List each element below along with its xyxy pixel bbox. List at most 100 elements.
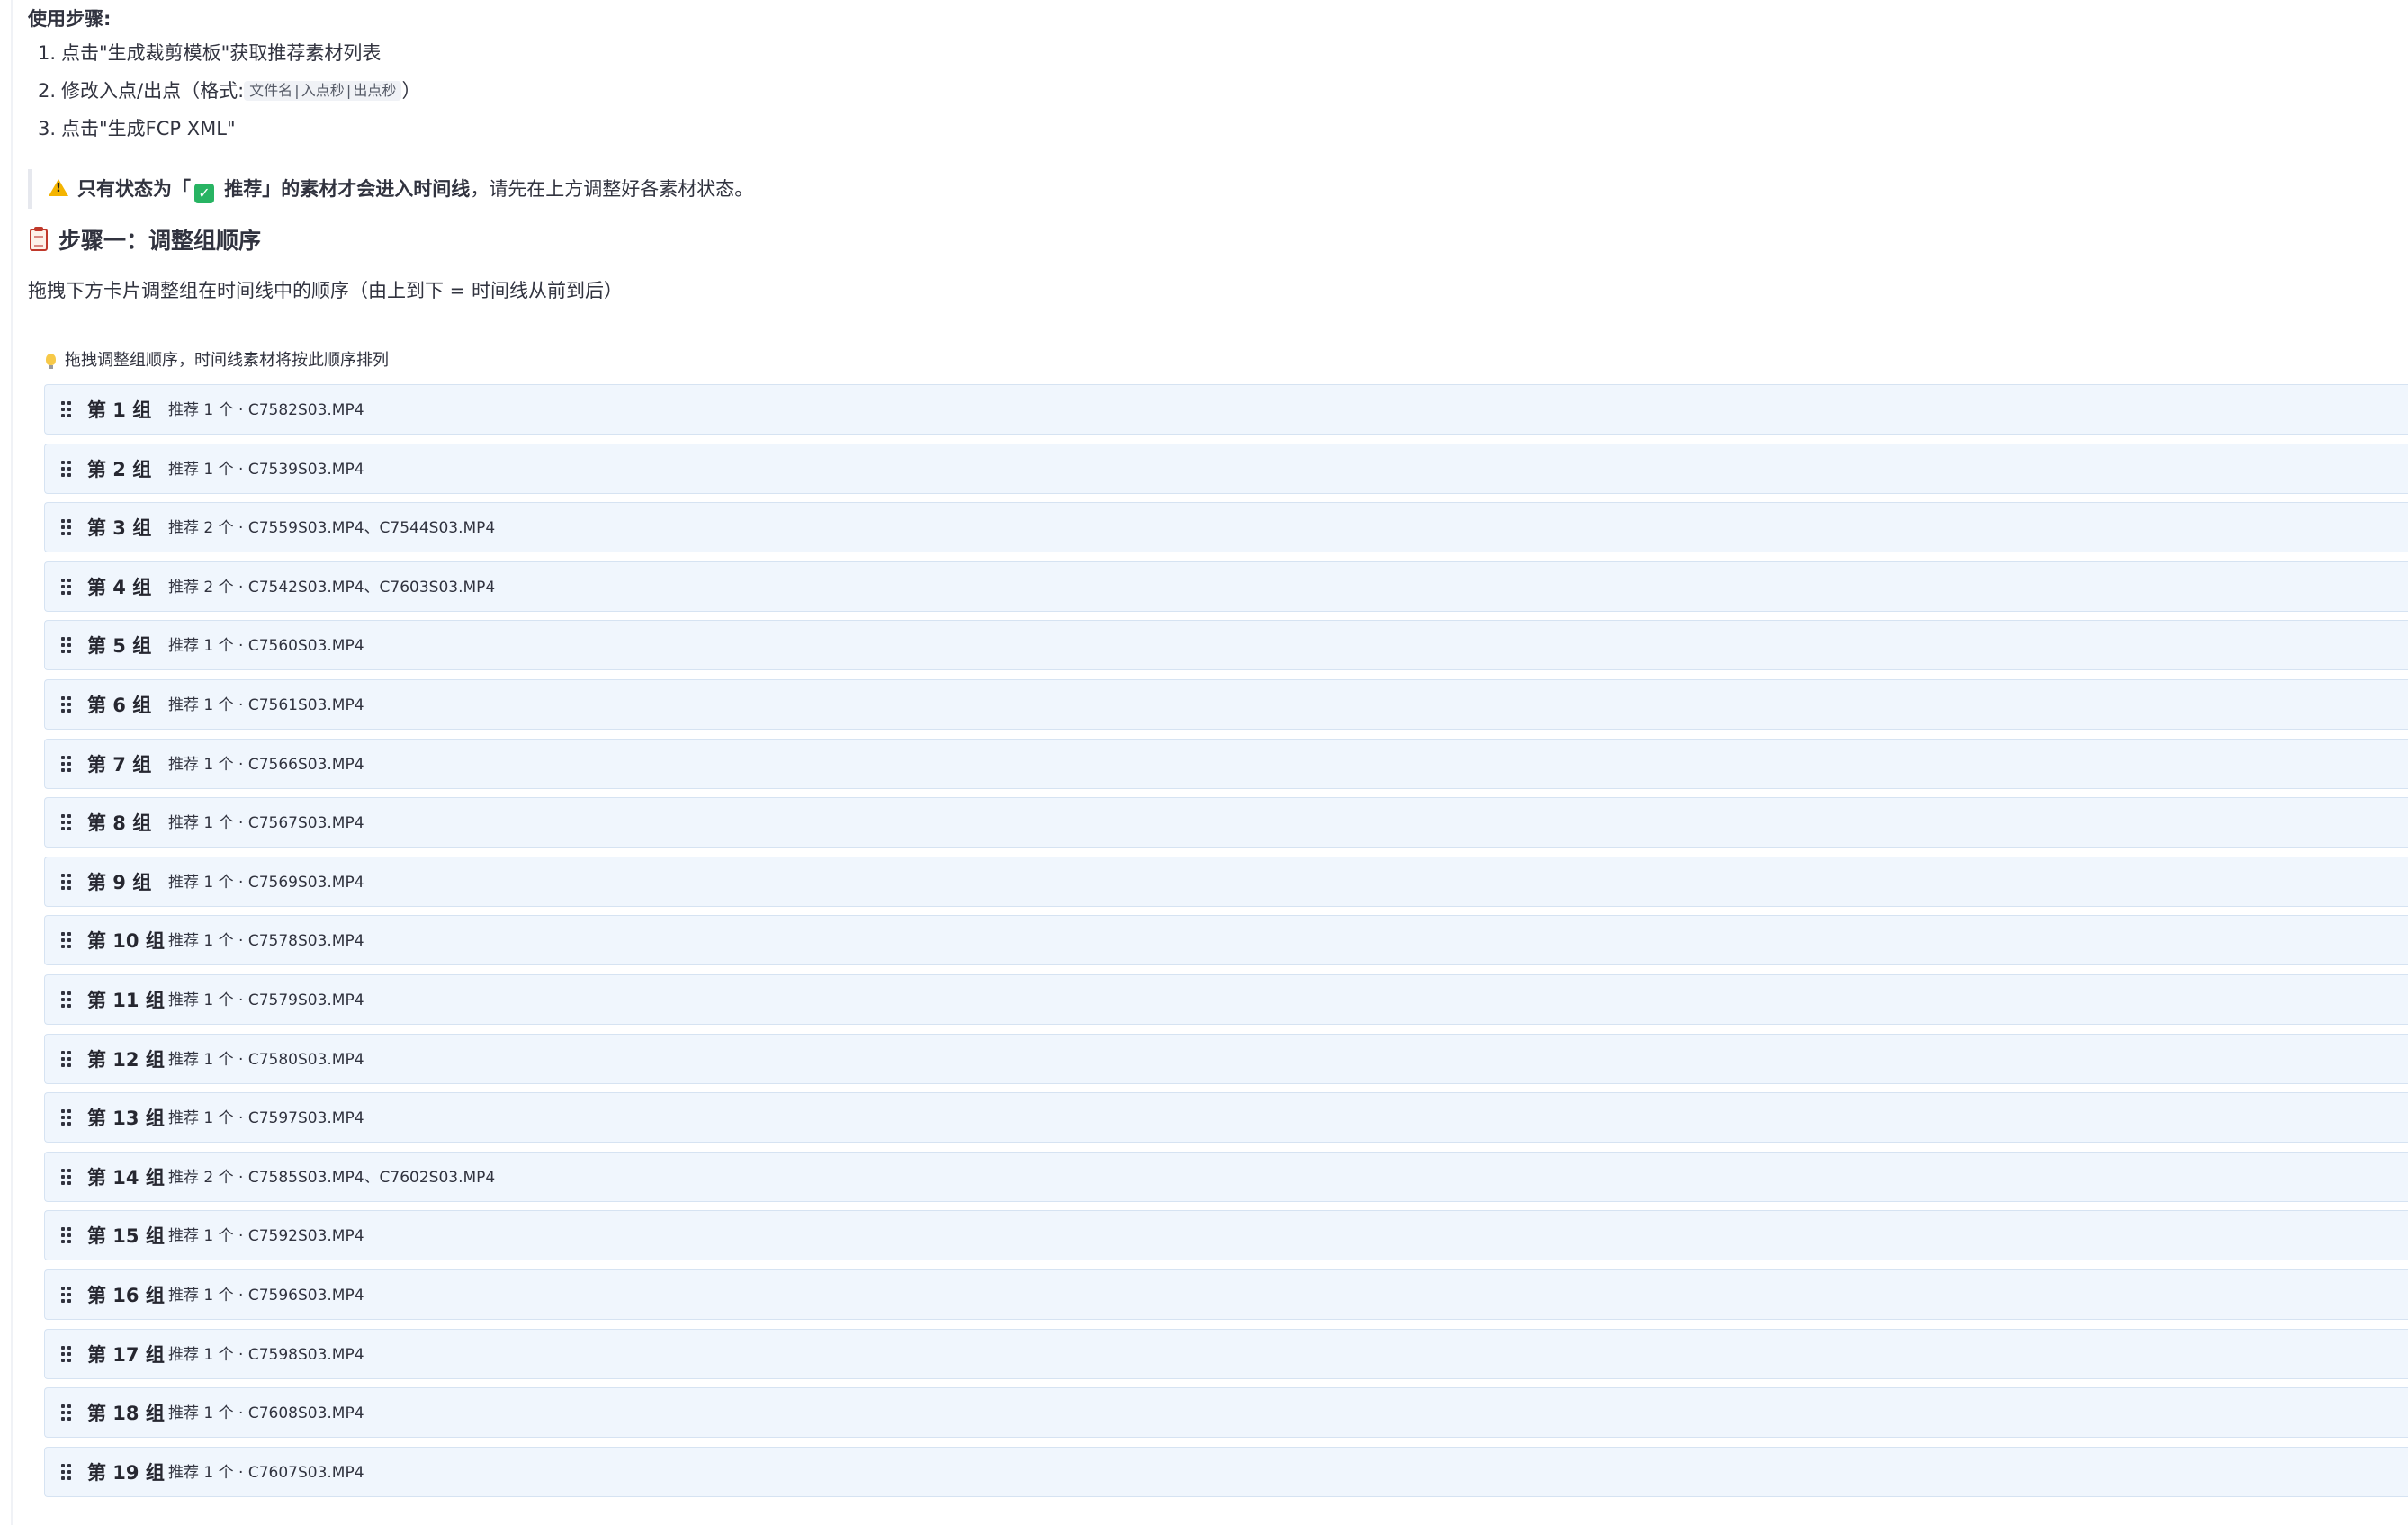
drag-handle-icon[interactable] [61, 696, 72, 713]
group-recommended-files: 推荐 1 个 · C7579S03.MP4 [168, 991, 364, 1009]
group-card[interactable]: 第 10 组推荐 1 个 · C7578S03.MP4 [44, 915, 2408, 965]
group-name: 第 1 组 [87, 399, 152, 421]
step-text: 点击"生成FCP XML" [61, 118, 236, 139]
group-name: 第 2 组 [87, 459, 152, 480]
group-card[interactable]: 第 5 组推荐 1 个 · C7560S03.MP4 [44, 620, 2408, 670]
group-card[interactable]: 第 17 组推荐 1 个 · C7598S03.MP4 [44, 1329, 2408, 1379]
group-recommended-files: 推荐 2 个 · C7542S03.MP4、C7603S03.MP4 [168, 579, 496, 597]
section-heading-text: 步骤一：调整组顺序 [58, 228, 262, 254]
instruction-step: 1. 点击"生成裁剪模板"获取推荐素材列表 [28, 40, 420, 77]
drag-handle-icon[interactable] [61, 637, 72, 653]
group-recommended-files: 推荐 1 个 · C7592S03.MP4 [168, 1227, 364, 1245]
group-name: 第 15 组 [87, 1225, 165, 1247]
warning-text: ，请先在上方调整好各素材状态。 [470, 178, 754, 200]
group-recommended-files: 推荐 1 个 · C7560S03.MP4 [168, 637, 364, 655]
step-number: 3. [37, 118, 56, 139]
drag-handle-icon[interactable] [61, 1051, 72, 1067]
group-recommended-files: 推荐 1 个 · C7580S03.MP4 [168, 1051, 364, 1069]
group-card[interactable]: 第 13 组推荐 1 个 · C7597S03.MP4 [44, 1092, 2408, 1143]
group-card[interactable]: 第 2 组推荐 1 个 · C7539S03.MP4 [44, 444, 2408, 494]
instruction-step: 2. 修改入点/出点（格式: 文件名|入点秒|出点秒） [28, 77, 420, 115]
group-name: 第 11 组 [87, 990, 165, 1011]
drag-handle-icon[interactable] [61, 461, 72, 477]
warning-icon [49, 179, 68, 196]
group-recommended-files: 推荐 1 个 · C7597S03.MP4 [168, 1109, 364, 1127]
step-text: 点击"生成裁剪模板"获取推荐素材列表 [61, 42, 382, 64]
group-recommended-files: 推荐 1 个 · C7569S03.MP4 [168, 874, 364, 892]
group-recommended-files: 推荐 1 个 · C7566S03.MP4 [168, 756, 364, 774]
group-recommended-files: 推荐 2 个 · C7585S03.MP4、C7602S03.MP4 [168, 1169, 496, 1187]
drag-handle-icon[interactable] [61, 1169, 72, 1185]
drag-handle-icon[interactable] [61, 1346, 72, 1362]
group-name: 第 5 组 [87, 635, 152, 657]
group-card[interactable]: 第 7 组推荐 1 个 · C7566S03.MP4 [44, 739, 2408, 789]
section-heading: 步骤一：调整组顺序 [30, 225, 261, 257]
instructions-list: 1. 点击"生成裁剪模板"获取推荐素材列表 2. 修改入点/出点（格式: 文件名|入点… [28, 40, 420, 153]
check-icon: ✓ [194, 184, 214, 203]
group-recommended-files: 推荐 1 个 · C7598S03.MP4 [168, 1346, 364, 1364]
group-card[interactable]: 第 8 组推荐 1 个 · C7567S03.MP4 [44, 797, 2408, 848]
drag-handle-icon[interactable] [61, 932, 72, 948]
drag-handle-icon[interactable] [61, 401, 72, 417]
group-card[interactable]: 第 14 组推荐 2 个 · C7585S03.MP4、C7602S03.MP4 [44, 1152, 2408, 1202]
group-recommended-files: 推荐 1 个 · C7596S03.MP4 [168, 1287, 364, 1305]
instructions-title: 使用步骤: [28, 8, 112, 30]
group-card[interactable]: 第 18 组推荐 1 个 · C7608S03.MP4 [44, 1387, 2408, 1438]
drag-handle-icon[interactable] [61, 579, 72, 595]
group-name: 第 13 组 [87, 1108, 165, 1129]
group-recommended-files: 推荐 1 个 · C7607S03.MP4 [168, 1464, 364, 1482]
left-divider [11, 0, 13, 1525]
group-name: 第 18 组 [87, 1403, 165, 1424]
group-recommended-files: 推荐 1 个 · C7582S03.MP4 [168, 401, 364, 419]
drag-handle-icon[interactable] [61, 1464, 72, 1480]
group-card[interactable]: 第 11 组推荐 1 个 · C7579S03.MP4 [44, 974, 2408, 1025]
group-card[interactable]: 第 4 组推荐 2 个 · C7542S03.MP4、C7603S03.MP4 [44, 561, 2408, 612]
lightbulb-icon [46, 354, 56, 369]
group-card[interactable]: 第 15 组推荐 1 个 · C7592S03.MP4 [44, 1210, 2408, 1260]
instruction-step: 3. 点击"生成FCP XML" [28, 115, 420, 153]
drag-tip: 拖拽调整组顺序，时间线素材将按此顺序排列 [46, 349, 389, 372]
group-name: 第 16 组 [87, 1285, 165, 1306]
group-name: 第 7 组 [87, 754, 152, 776]
group-recommended-files: 推荐 1 个 · C7567S03.MP4 [168, 814, 364, 832]
drag-handle-icon[interactable] [61, 991, 72, 1008]
drag-handle-icon[interactable] [61, 1287, 72, 1303]
group-name: 第 14 组 [87, 1167, 165, 1189]
group-name: 第 8 组 [87, 812, 152, 834]
group-card[interactable]: 第 6 组推荐 1 个 · C7561S03.MP4 [44, 679, 2408, 730]
drag-handle-icon[interactable] [61, 1404, 72, 1421]
group-recommended-files: 推荐 1 个 · C7578S03.MP4 [168, 932, 364, 950]
step-text: 修改入点/出点（格式: [61, 80, 245, 102]
group-recommended-files: 推荐 2 个 · C7559S03.MP4、C7544S03.MP4 [168, 519, 496, 537]
group-card[interactable]: 第 9 组推荐 1 个 · C7569S03.MP4 [44, 857, 2408, 907]
warning-bold-start: 只有状态为「 [77, 178, 191, 200]
group-card[interactable]: 第 12 组推荐 1 个 · C7580S03.MP4 [44, 1034, 2408, 1084]
group-recommended-files: 推荐 1 个 · C7608S03.MP4 [168, 1404, 364, 1422]
drag-handle-icon[interactable] [61, 814, 72, 830]
warning-bold-end: 推荐」的素材才会进入时间线 [218, 178, 471, 200]
format-code: 文件名|入点秒|出点秒 [244, 81, 402, 101]
drag-handle-icon[interactable] [61, 1227, 72, 1243]
drag-handle-icon[interactable] [61, 519, 72, 535]
group-name: 第 12 组 [87, 1049, 165, 1071]
group-name: 第 4 组 [87, 577, 152, 598]
group-name: 第 6 组 [87, 695, 152, 716]
warning-callout: 只有状态为「✓ 推荐」的素材才会进入时间线，请先在上方调整好各素材状态。 [28, 169, 753, 209]
section-description: 拖拽下方卡片调整组在时间线中的顺序（由上到下 = 时间线从前到后） [28, 280, 623, 301]
step-number: 1. [37, 42, 56, 64]
group-card[interactable]: 第 16 组推荐 1 个 · C7596S03.MP4 [44, 1269, 2408, 1320]
group-card[interactable]: 第 1 组推荐 1 个 · C7582S03.MP4 [44, 384, 2408, 435]
group-recommended-files: 推荐 1 个 · C7539S03.MP4 [168, 461, 364, 479]
group-name: 第 3 组 [87, 517, 152, 539]
clipboard-icon [30, 227, 48, 251]
step-number: 2. [37, 80, 56, 102]
page: 使用步骤: 1. 点击"生成裁剪模板"获取推荐素材列表 2. 修改入点/出点（格式:… [0, 0, 2408, 1525]
group-name: 第 17 组 [87, 1344, 165, 1366]
drag-tip-text: 拖拽调整组顺序，时间线素材将按此顺序排列 [65, 351, 389, 370]
drag-handle-icon[interactable] [61, 874, 72, 890]
drag-handle-icon[interactable] [61, 756, 72, 772]
drag-handle-icon[interactable] [61, 1109, 72, 1126]
step-text-end: ） [401, 80, 421, 102]
group-card[interactable]: 第 3 组推荐 2 个 · C7559S03.MP4、C7544S03.MP4 [44, 502, 2408, 552]
group-card[interactable]: 第 19 组推荐 1 个 · C7607S03.MP4 [44, 1447, 2408, 1497]
